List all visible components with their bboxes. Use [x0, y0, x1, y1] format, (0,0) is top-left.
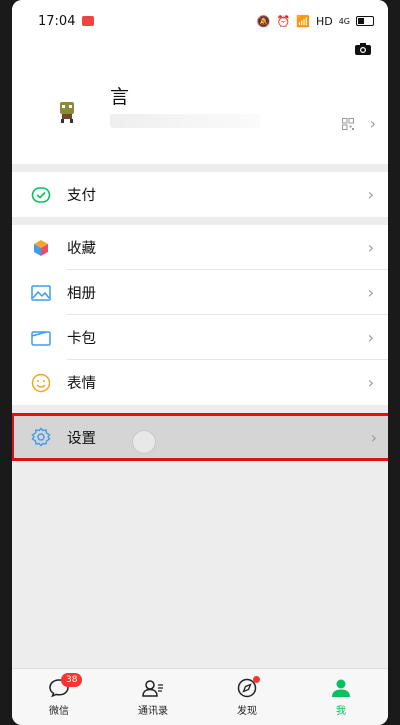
menu-label: 卡包 [67, 331, 96, 347]
notification-icon [82, 16, 95, 26]
chevron-right-icon: › [369, 114, 376, 133]
network-label: HD [315, 14, 333, 28]
favorites-cube-icon [30, 237, 52, 259]
status-bar: 17:04 🔕 ⏰ 📶 HD 4G [12, 0, 388, 42]
divider [12, 217, 388, 225]
gear-icon [30, 426, 52, 448]
status-icons: 🔕 ⏰ 📶 HD 4G [257, 15, 374, 28]
chevron-right-icon: › [367, 185, 374, 204]
qr-code-icon[interactable] [342, 118, 354, 130]
chevron-right-icon: › [367, 283, 374, 302]
profile-header[interactable]: 言 › [12, 42, 388, 164]
menu-item-pay[interactable]: 支付 › [12, 172, 388, 217]
menu-label: 支付 [67, 188, 96, 204]
tab-label: 微信 [49, 706, 69, 717]
menu-label: 表情 [67, 376, 96, 392]
menu-item-album[interactable]: 相册 › [12, 270, 388, 315]
wifi-icon: 📶 [296, 14, 310, 28]
battery-icon [356, 16, 374, 26]
new-dot-badge [253, 676, 260, 683]
divider [12, 164, 388, 172]
menu-item-stickers[interactable]: 表情 › [12, 360, 388, 405]
tab-label: 通讯录 [138, 706, 168, 717]
alarm-icon: ⏰ [276, 14, 291, 28]
contacts-icon [141, 677, 165, 699]
menu-label: 收藏 [67, 241, 96, 257]
tab-me[interactable]: 我 [294, 669, 388, 725]
tab-label: 发现 [237, 706, 257, 717]
tab-label: 我 [336, 706, 346, 717]
avatar[interactable] [52, 97, 82, 127]
signal-label: 4G [338, 16, 350, 26]
album-icon [30, 282, 52, 304]
card-wallet-icon [30, 327, 52, 349]
person-icon [329, 677, 353, 699]
compass-icon [235, 676, 260, 699]
avatar-image [60, 102, 74, 123]
chevron-right-icon: › [367, 328, 374, 347]
profile-id-blurred [110, 114, 260, 128]
menu-label: 设置 [67, 430, 96, 447]
chevron-right-icon: › [370, 427, 377, 447]
mute-icon: 🔕 [256, 14, 271, 28]
chat-bubble-icon: 38 [47, 673, 83, 699]
menu-item-favorites[interactable]: 收藏 › [12, 225, 388, 270]
menu-label: 相册 [67, 286, 96, 302]
status-time: 17:04 [38, 13, 76, 29]
profile-name: 言 [110, 86, 130, 108]
phone-screen: 17:04 🔕 ⏰ 📶 HD 4G 言 › 支付 › 收藏 › 相册 › 卡包 … [12, 0, 388, 725]
menu-item-settings[interactable]: 设置 › [12, 413, 388, 461]
pay-icon [30, 184, 52, 206]
touch-indicator [132, 430, 156, 454]
menu-item-cards[interactable]: 卡包 › [12, 315, 388, 360]
chevron-right-icon: › [367, 238, 374, 257]
divider [12, 405, 388, 413]
unread-badge: 38 [61, 673, 83, 687]
tab-discover[interactable]: 发现 [200, 669, 294, 725]
smiley-icon [30, 372, 52, 394]
tab-chats[interactable]: 38 微信 [12, 669, 106, 725]
bottom-tab-bar: 38 微信 通讯录 发现 我 [12, 668, 388, 725]
tab-contacts[interactable]: 通讯录 [106, 669, 200, 725]
chevron-right-icon: › [367, 373, 374, 392]
camera-icon[interactable] [354, 42, 372, 56]
